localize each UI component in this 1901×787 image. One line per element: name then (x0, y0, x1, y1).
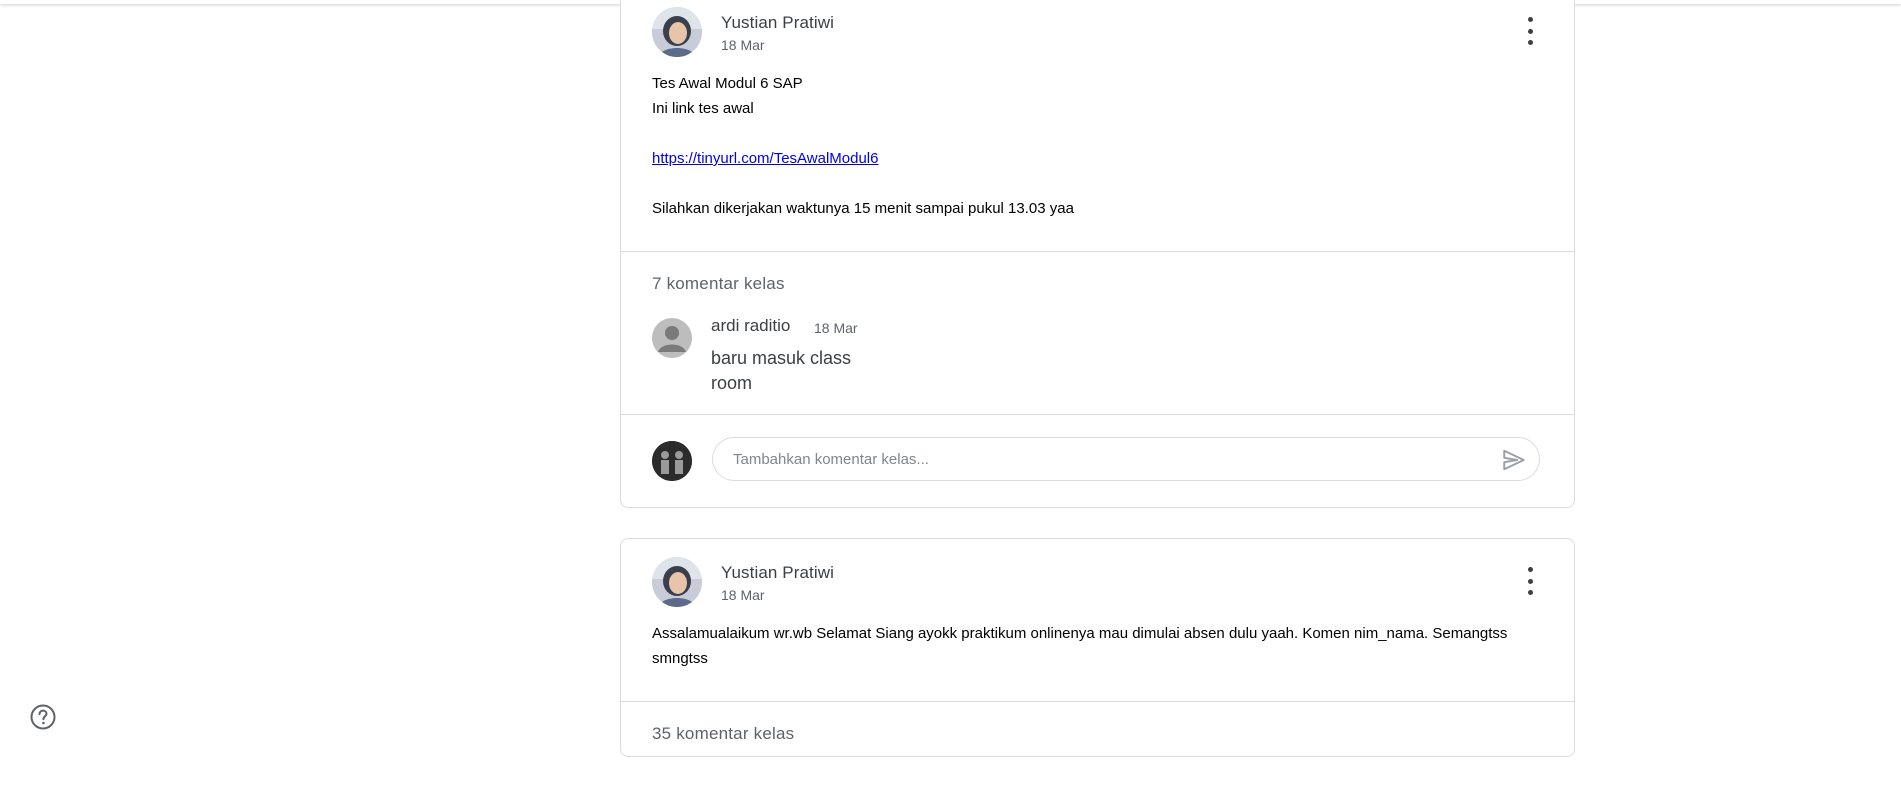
post-author: Yustian Pratiwi (721, 13, 834, 32)
post-card: Yustian Pratiwi 18 Mar Assalamualaikum w… (620, 538, 1575, 757)
post-card: Yustian Pratiwi 18 Mar Tes Awal Modul 6 … (620, 0, 1575, 508)
stream-feed: Yustian Pratiwi 18 Mar Tes Awal Modul 6 … (620, 0, 1575, 787)
current-user-avatar (652, 441, 692, 481)
post-header: Yustian Pratiwi 18 Mar (621, 0, 1574, 61)
post-text-line: Silahkan dikerjakan waktunya 15 menit sa… (652, 200, 1074, 217)
post-link[interactable]: https://tinyurl.com/TesAwalModul6 (652, 150, 879, 167)
author-avatar[interactable] (652, 557, 702, 607)
post-author: Yustian Pratiwi (721, 563, 834, 582)
post-header: Yustian Pratiwi 18 Mar (621, 539, 1574, 611)
more-vert-icon[interactable] (1520, 17, 1540, 45)
class-comments-count[interactable]: 35 komentar kelas (621, 702, 1574, 756)
comment-input[interactable] (712, 437, 1540, 481)
author-avatar[interactable] (652, 7, 702, 57)
post-text: Assalamualaikum wr.wb Selamat Siang ayok… (652, 625, 1508, 667)
post-text-line: Tes Awal Modul 6 SAP (652, 75, 803, 92)
post-text-line: Ini link tes awal (652, 100, 754, 117)
more-vert-icon[interactable] (1520, 567, 1540, 595)
post-body: Assalamualaikum wr.wb Selamat Siang ayok… (621, 611, 1574, 701)
class-comments-count[interactable]: 7 komentar kelas (621, 252, 1574, 306)
author-photo-icon (652, 557, 702, 607)
help-icon[interactable] (29, 703, 57, 731)
post-body: Tes Awal Modul 6 SAP Ini link tes awal h… (621, 61, 1574, 251)
post-date: 18 Mar (721, 587, 765, 603)
comment-author: ardi raditio (711, 316, 791, 335)
comment-text: baru masuk class room (711, 348, 852, 393)
post-date: 18 Mar (721, 37, 765, 53)
author-photo-icon (652, 7, 702, 57)
add-comment-row (621, 415, 1574, 507)
comment-date: 18 Mar (814, 320, 858, 336)
person-icon (652, 318, 692, 358)
class-comment: ardi raditio 18 Mar baru masuk class roo… (621, 306, 1574, 414)
send-icon[interactable] (1501, 447, 1527, 473)
